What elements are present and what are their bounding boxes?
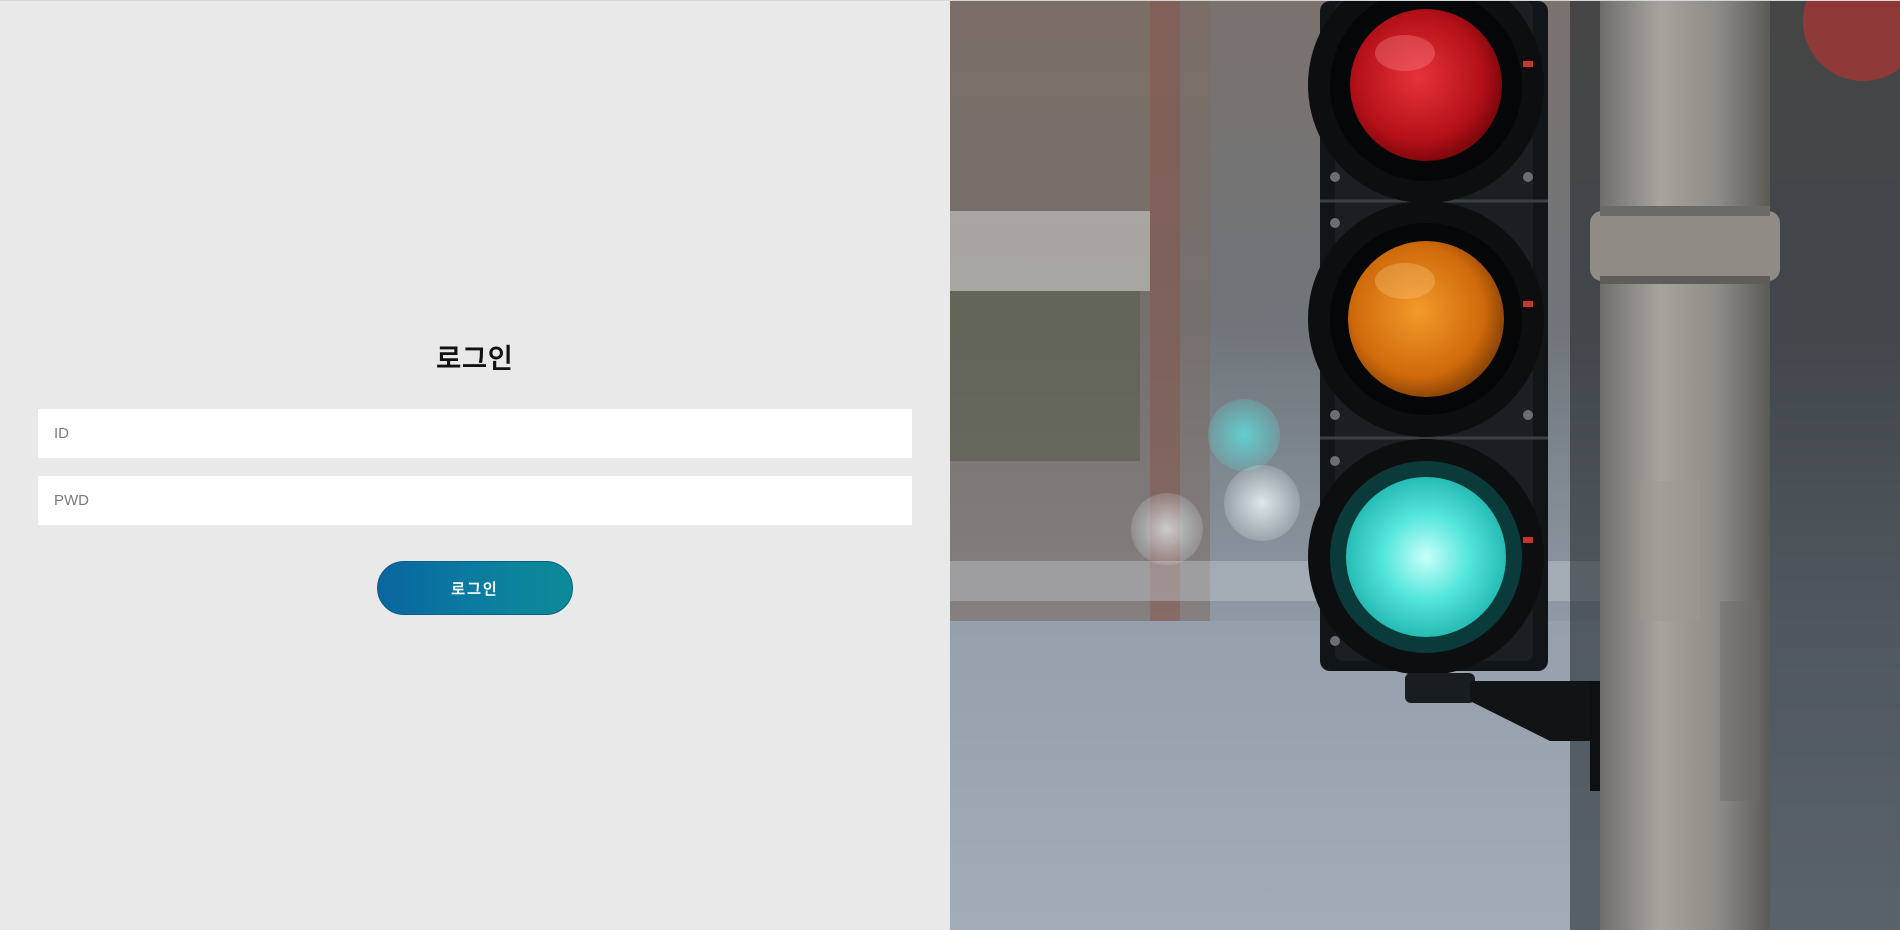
- page-title: 로그인: [436, 344, 514, 375]
- id-input[interactable]: [38, 409, 912, 458]
- password-input[interactable]: [38, 476, 912, 525]
- login-page: 로그인 로그인: [0, 0, 1900, 930]
- hero-image: [950, 1, 1900, 930]
- login-panel: 로그인 로그인: [0, 1, 950, 930]
- login-form: 로그인 로그인: [38, 341, 912, 615]
- login-button[interactable]: 로그인: [377, 561, 573, 615]
- traffic-light-image-icon: [950, 1, 1900, 930]
